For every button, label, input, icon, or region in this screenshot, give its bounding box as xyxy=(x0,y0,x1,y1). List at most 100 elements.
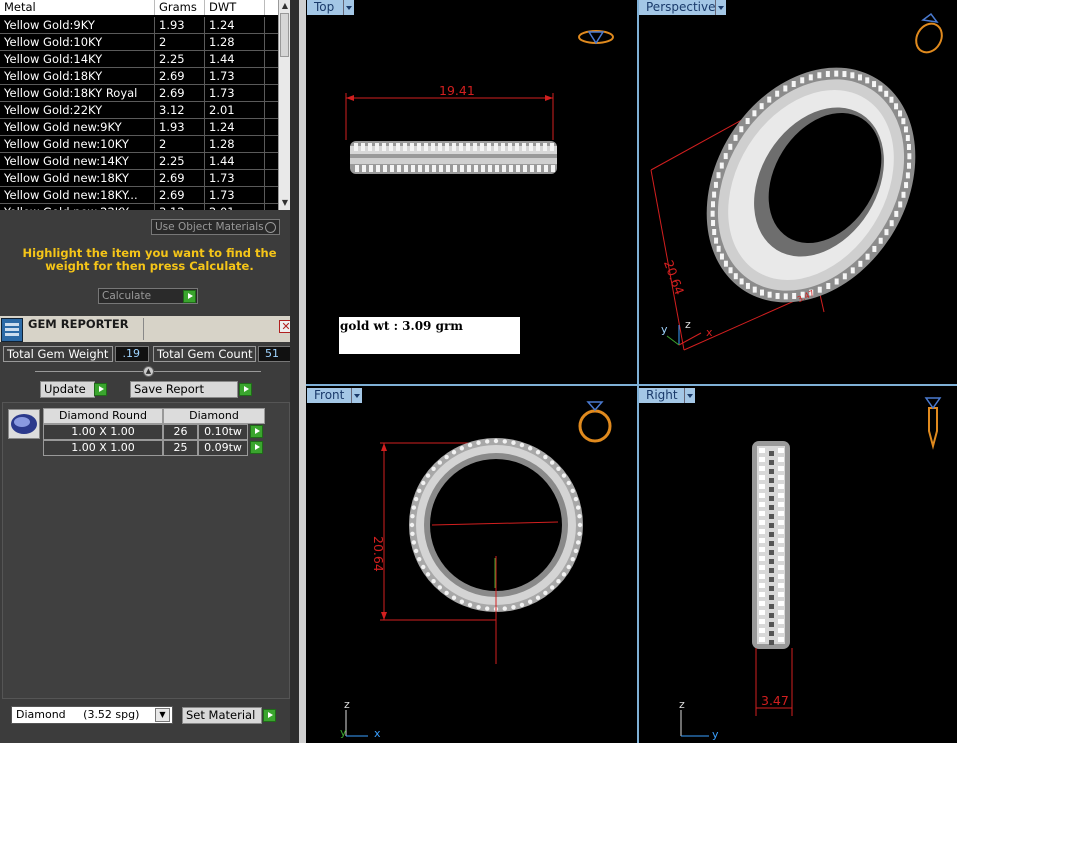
calculate-instruction: Highlight the item you want to find the … xyxy=(22,246,277,273)
metal-table-row[interactable]: Yellow Gold new:18KY 2.69 1.73 xyxy=(0,170,278,187)
front-axis-z: z xyxy=(344,698,350,711)
viewport-area: Top 19.41 gold wt : 3.09 grm Perspective xyxy=(306,0,957,743)
set-material-go-button[interactable] xyxy=(263,709,276,722)
metal-table-row[interactable]: Yellow Gold:18KY 2.69 1.73 xyxy=(0,68,278,85)
gold-weight-note: gold wt : 3.09 grm xyxy=(339,317,520,354)
grams-column-header[interactable]: Grams xyxy=(155,0,205,15)
right-view-render xyxy=(680,397,942,737)
diamond-round-thumbnail[interactable] xyxy=(8,409,40,439)
dwt-cell: 1.73 xyxy=(205,68,265,84)
grams-cell: 1.93 xyxy=(155,119,205,135)
grams-cell: 2 xyxy=(155,136,205,152)
gem-count-cell[interactable]: 26 xyxy=(163,424,198,440)
total-gem-weight-label: Total Gem Weight xyxy=(3,346,113,362)
grams-cell: 2.69 xyxy=(155,68,205,84)
metal-name-cell: Yellow Gold:22KY xyxy=(0,102,155,118)
grams-cell: 1.93 xyxy=(155,17,205,33)
metal-weight-table[interactable]: Metal Grams DWT Yellow Gold:9KY 1.93 1.24 Y… xyxy=(0,0,278,210)
metal-table-row[interactable]: Yellow Gold:10KY 2 1.28 xyxy=(0,34,278,51)
calculate-button[interactable] xyxy=(183,290,196,303)
grams-cell: 2.69 xyxy=(155,187,205,203)
front-view-render xyxy=(345,401,612,737)
dwt-cell: 1.28 xyxy=(205,136,265,152)
grams-cell: 3.12 xyxy=(155,102,205,118)
total-gem-count-value: 51 xyxy=(258,346,292,362)
metal-name-cell: Yellow Gold new:22KY xyxy=(0,204,155,210)
metal-table-row[interactable]: Yellow Gold new:14KY 2.25 1.44 xyxy=(0,153,278,170)
splitter-knob-icon[interactable]: ▲ xyxy=(143,366,154,377)
scroll-thumb[interactable] xyxy=(280,13,289,57)
gem-reporter-icon xyxy=(1,318,23,342)
save-report-go-button[interactable] xyxy=(239,383,252,396)
metal-name-cell: Yellow Gold new:18KY... xyxy=(0,187,155,203)
metal-name-cell: Yellow Gold:10KY xyxy=(0,34,155,50)
metal-table-row[interactable]: Yellow Gold new:18KY... 2.69 1.73 xyxy=(0,187,278,204)
chevron-down-icon[interactable]: ▼ xyxy=(155,708,170,722)
dwt-cell: 1.73 xyxy=(205,170,265,186)
right-viewport[interactable]: Right 3.47 z y xyxy=(639,386,957,743)
metal-table-header: Metal Grams DWT xyxy=(0,0,278,15)
dwt-cell: 1.44 xyxy=(205,51,265,67)
dwt-cell: 2.01 xyxy=(205,102,265,118)
metal-table-row[interactable]: Yellow Gold new:9KY 1.93 1.24 xyxy=(0,119,278,136)
front-axis-y: y xyxy=(340,726,347,739)
metal-name-cell: Yellow Gold new:14KY xyxy=(0,153,155,169)
material-select[interactable]: Diamond (3.52 spg) xyxy=(11,706,173,724)
top-viewport[interactable]: Top 19.41 gold wt : 3.09 grm xyxy=(306,0,637,384)
right-axis-y: y xyxy=(712,728,719,741)
radio-icon[interactable] xyxy=(265,222,276,233)
set-material-button[interactable]: Set Material xyxy=(182,707,262,724)
update-button[interactable]: Update xyxy=(40,381,95,398)
dwt-cell: 1.28 xyxy=(205,34,265,50)
save-report-button[interactable]: Save Report xyxy=(130,381,238,398)
gem-reporter-title: GEM REPORTER xyxy=(28,317,129,331)
gem-count-cell[interactable]: 25 xyxy=(163,440,198,456)
gem-row-go-button[interactable] xyxy=(250,441,263,454)
metal-name-cell: Yellow Gold:9KY xyxy=(0,17,155,33)
metal-name-cell: Yellow Gold:18KY Royal xyxy=(0,85,155,101)
front-dimension-label: 20.64 xyxy=(371,536,386,572)
diamond-gem-icon xyxy=(11,414,37,434)
right-dimension-label: 3.47 xyxy=(761,693,789,708)
metal-table-row[interactable]: Yellow Gold new:10KY 2 1.28 xyxy=(0,136,278,153)
gem-weight-cell[interactable]: 0.09tw xyxy=(198,440,248,456)
perspective-axis-z: z xyxy=(685,318,691,331)
metal-table-row[interactable]: Yellow Gold:18KY Royal 2.69 1.73 xyxy=(0,85,278,102)
panel-splitter[interactable] xyxy=(299,0,306,743)
gem-reporter-titlebar: GEM REPORTER ✕ xyxy=(0,316,297,342)
metal-name-cell: Yellow Gold new:18KY xyxy=(0,170,155,186)
gem-row-go-button[interactable] xyxy=(250,425,263,438)
top-dimension-label: 19.41 xyxy=(439,83,475,98)
left-panel: Metal Grams DWT Yellow Gold:9KY 1.93 1.24 Y… xyxy=(0,0,299,743)
metal-table-row[interactable]: Yellow Gold:14KY 2.25 1.44 xyxy=(0,51,278,68)
grams-cell: 2 xyxy=(155,34,205,50)
metal-name-cell: Yellow Gold:18KY xyxy=(0,68,155,84)
perspective-orientation-icon xyxy=(915,12,943,54)
front-axis-x: x xyxy=(374,727,381,740)
metal-column-header[interactable]: Metal xyxy=(0,0,155,15)
left-panel-edge xyxy=(290,0,299,743)
dwt-cell: 1.73 xyxy=(205,85,265,101)
calculate-label: Calculate xyxy=(102,290,152,302)
total-gem-weight-value: .19 xyxy=(115,346,149,362)
update-go-button[interactable] xyxy=(94,383,107,396)
metal-table-row[interactable]: Yellow Gold:9KY 1.93 1.24 xyxy=(0,17,278,34)
grams-cell: 3.12 xyxy=(155,204,205,210)
metal-table-row[interactable]: Yellow Gold:22KY 3.12 2.01 xyxy=(0,102,278,119)
gem-weight-cell[interactable]: 0.10tw xyxy=(198,424,248,440)
front-viewport[interactable]: Front 20.64 z y x xyxy=(306,386,637,743)
metal-table-row[interactable]: Yellow Gold new:22KY3.122.01 xyxy=(0,204,278,210)
gem-size-cell[interactable]: 1.00 X 1.00 xyxy=(43,424,163,440)
dwt-column-header[interactable]: DWT xyxy=(205,0,265,15)
gem-type-header: Diamond xyxy=(163,408,265,424)
gem-size-cell[interactable]: 1.00 X 1.00 xyxy=(43,440,163,456)
dwt-cell: 1.73 xyxy=(205,187,265,203)
dwt-cell: 1.24 xyxy=(205,17,265,33)
front-orientation-icon xyxy=(578,401,612,443)
titlebar-divider xyxy=(143,318,144,340)
perspective-axis-y: y xyxy=(661,323,668,336)
right-orientation-icon xyxy=(924,397,942,450)
perspective-viewport[interactable]: Perspective 20.64 3.47 y z x xyxy=(639,0,957,384)
use-object-materials-checkbox[interactable]: Use Object Materials xyxy=(151,219,280,235)
right-axis-z: z xyxy=(679,698,685,711)
